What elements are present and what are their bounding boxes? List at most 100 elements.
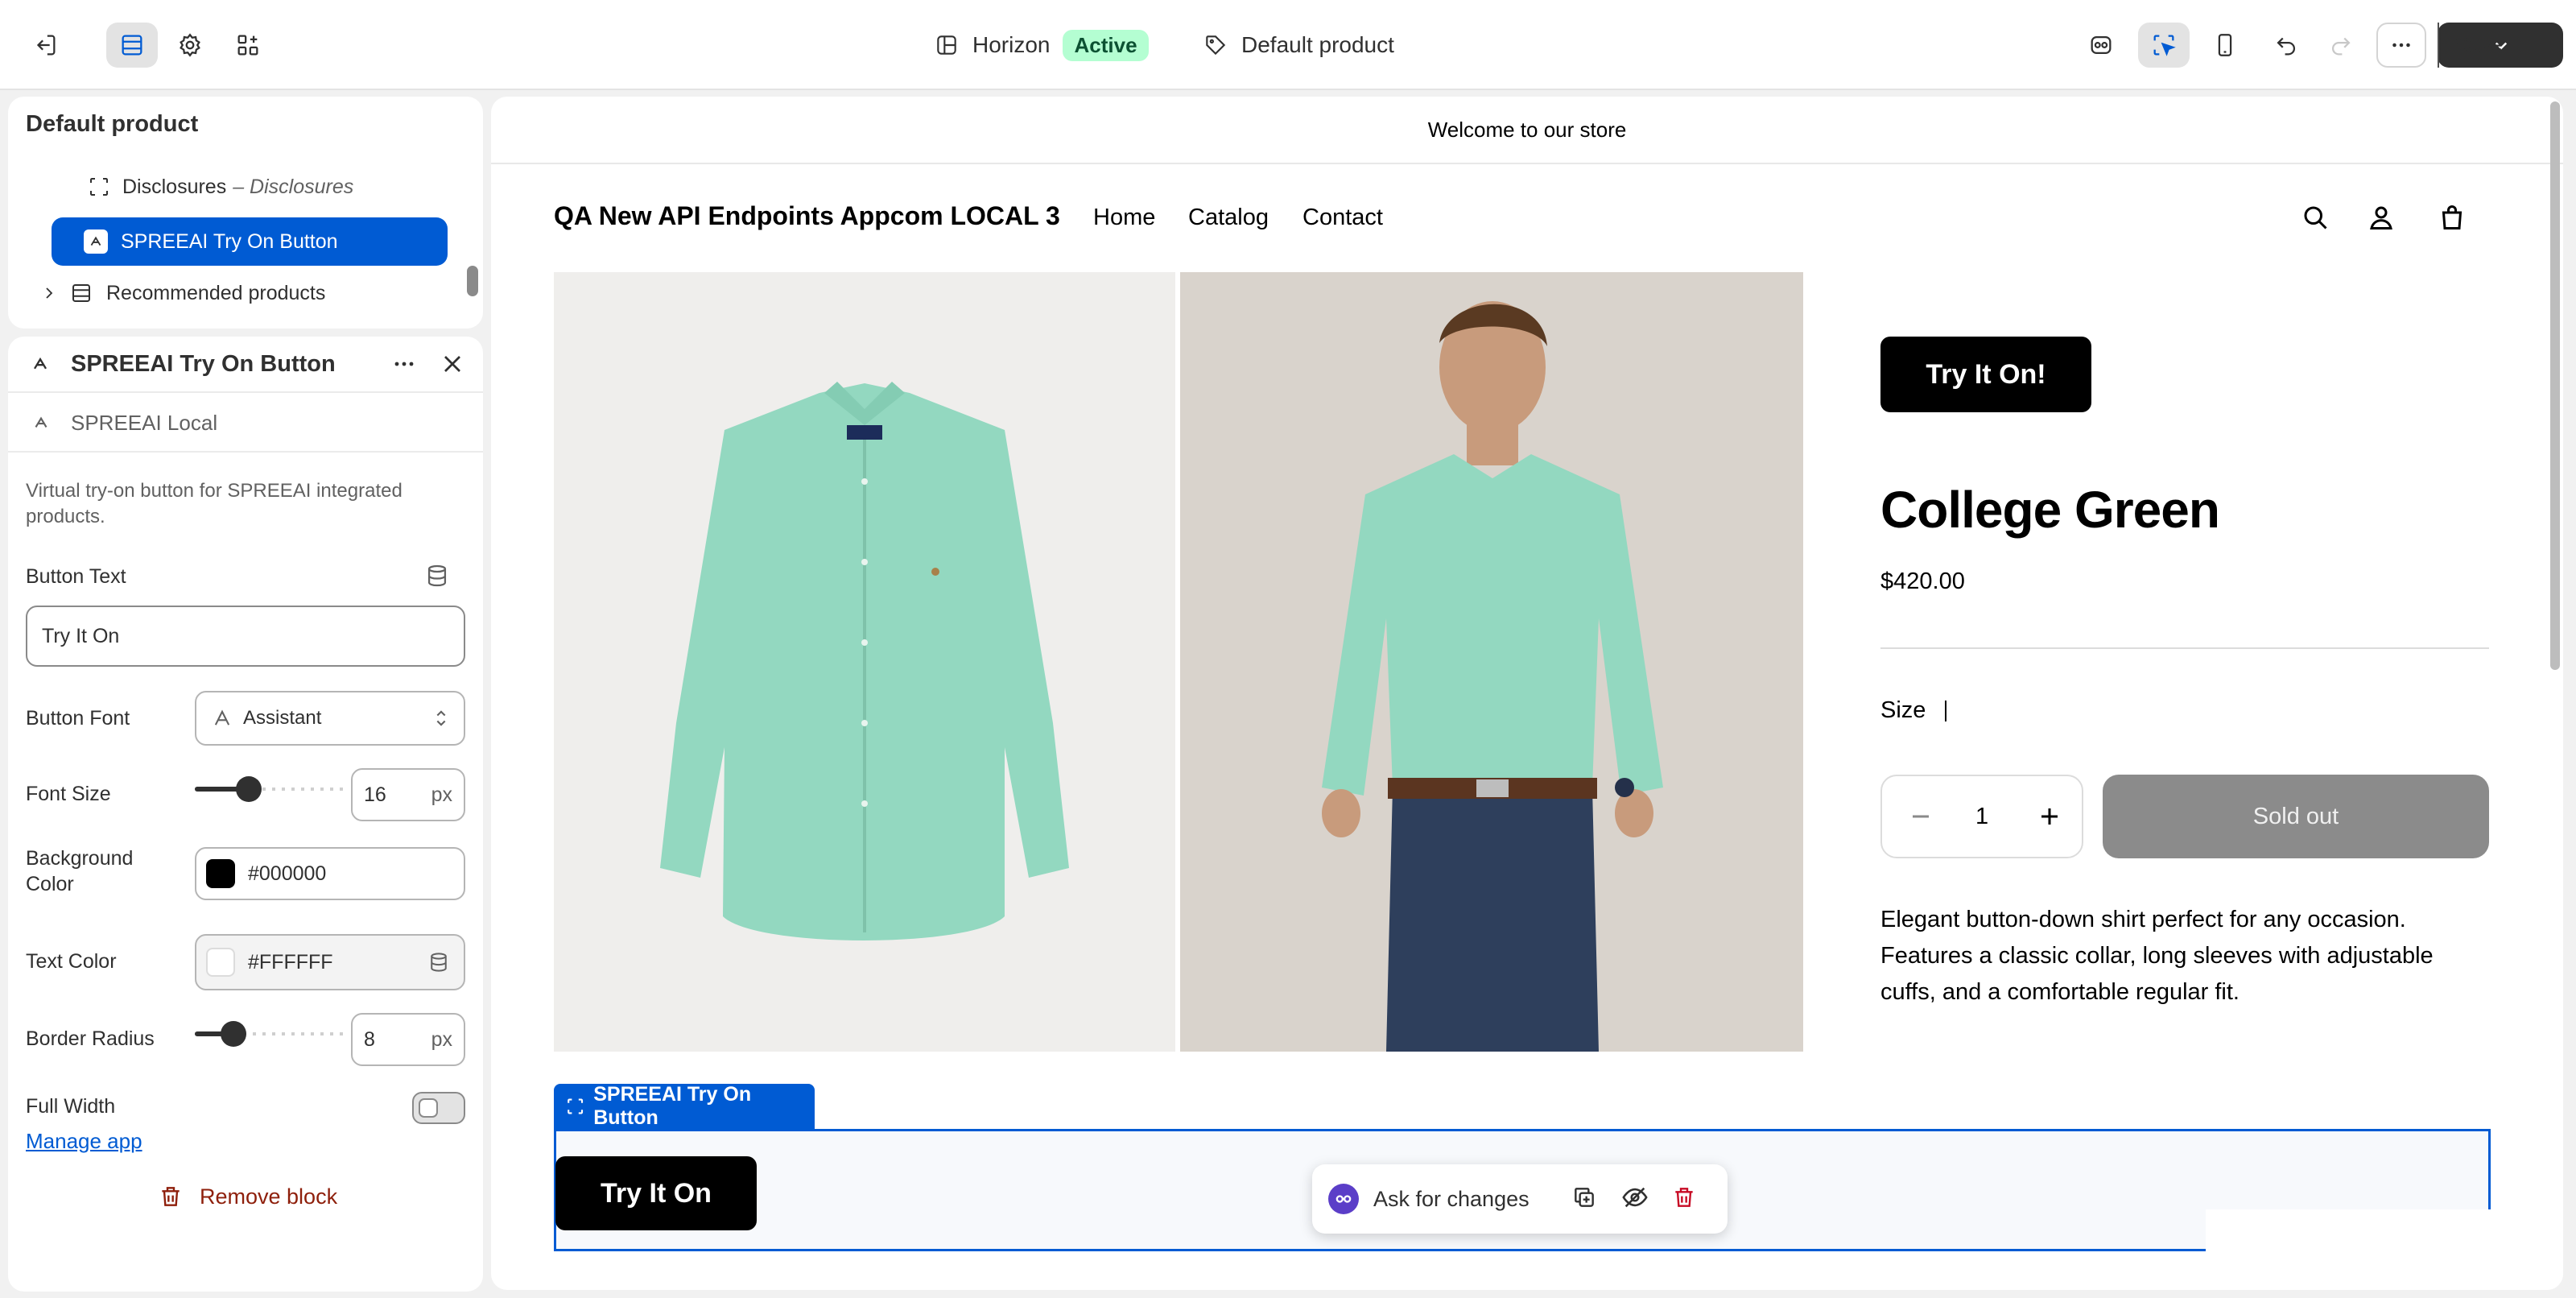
font-size-label: Font Size <box>26 783 111 805</box>
text-color-value: #FFFFFF <box>248 950 333 974</box>
font-size-slider[interactable] <box>195 765 348 813</box>
overlay-panel <box>2206 1209 2563 1290</box>
border-radius-label: Border Radius <box>26 1027 155 1050</box>
product-description: Elegant button-down shirt perfect for an… <box>1880 907 2434 1005</box>
block-frame-icon <box>568 1098 584 1114</box>
manage-app-link[interactable]: Manage app <box>26 1129 142 1154</box>
save-label: Save <box>2454 33 2503 56</box>
save-button[interactable]: Save <box>2438 23 2563 68</box>
minus-icon[interactable] <box>1905 800 1937 837</box>
storefront-preview: Welcome to our store QA New API Endpoint… <box>491 97 2563 1290</box>
full-width-toggle[interactable] <box>412 1092 465 1124</box>
more-options-icon[interactable] <box>390 349 419 382</box>
selected-block-tag[interactable]: SPREEAI Try On Button <box>554 1083 815 1129</box>
background-color-label: Background Color <box>26 847 134 895</box>
preview-scrollbar[interactable] <box>2550 101 2560 670</box>
theme-name: Horizon <box>972 32 1051 57</box>
unit-label: px <box>431 1027 452 1051</box>
tree-title: Default product <box>26 111 199 137</box>
layout-icon <box>937 35 956 55</box>
store-name[interactable]: QA New API Endpoints Appcom LOCAL 3 <box>554 201 1060 231</box>
font-icon <box>214 709 230 725</box>
inspector-icon[interactable] <box>2075 23 2127 68</box>
button-font-select[interactable]: Assistant <box>195 691 465 746</box>
template-name: Default product <box>1241 32 1394 57</box>
ellipsis-icon <box>2392 43 2410 48</box>
full-width-label: Full Width <box>26 1095 116 1118</box>
undo-icon[interactable] <box>2260 23 2312 68</box>
quantity-value: 1 <box>1975 804 1989 829</box>
template-selector[interactable]: Default product <box>1203 24 1394 66</box>
account-icon[interactable] <box>2363 200 2399 235</box>
block-settings-panel: SPREEAI Try On Button SPREEAI Local Virt… <box>8 337 483 1292</box>
button-font-value: Assistant <box>243 707 322 729</box>
button-text-input[interactable]: Try It On <box>26 606 465 667</box>
product-price: $420.00 <box>1880 568 1965 594</box>
hide-icon[interactable] <box>1621 1184 1649 1215</box>
unit-label: px <box>431 783 452 806</box>
text-color-picker[interactable]: #FFFFFF <box>195 934 465 990</box>
chevron-right-icon[interactable] <box>35 279 63 307</box>
block-frame-icon <box>85 173 113 200</box>
spreeai-app-icon <box>31 412 52 437</box>
cart-icon[interactable] <box>2434 200 2470 235</box>
tree-item-disclosures[interactable]: Disclosures – Disclosures <box>85 164 353 209</box>
app-name: SPREEAI Local <box>71 411 218 435</box>
tag-icon <box>1206 35 1226 56</box>
duplicate-icon[interactable] <box>1571 1184 1597 1214</box>
announcement-bar: Welcome to our store <box>491 97 2563 164</box>
border-radius-input[interactable]: 8 px <box>351 1013 465 1066</box>
remove-block-button[interactable]: Remove block <box>158 1184 337 1209</box>
apps-icon[interactable] <box>222 23 274 68</box>
nav-catalog[interactable]: Catalog <box>1188 205 1269 231</box>
plus-icon[interactable] <box>2033 800 2066 837</box>
theme-settings-gear-icon[interactable] <box>164 23 216 68</box>
top-bar: Horizon Active Default product Save <box>0 0 2576 90</box>
tree-item-recommended-products[interactable]: Recommended products <box>35 271 325 316</box>
color-swatch[interactable] <box>206 859 235 888</box>
spreeai-app-icon <box>29 353 52 379</box>
background-color-picker[interactable]: #000000 <box>195 847 465 900</box>
theme-selector[interactable]: Horizon Active <box>934 24 1149 66</box>
button-text-value: Try It On <box>42 624 120 647</box>
tree-item-label: SPREEAI Try On Button <box>121 229 338 253</box>
product-image-flatlay[interactable] <box>554 272 1175 1052</box>
settings-header: SPREEAI Try On Button <box>8 337 483 393</box>
ask-for-changes-button[interactable]: Ask for changes <box>1373 1187 1530 1212</box>
border-radius-value: 8 <box>364 1027 375 1051</box>
sold-out-button[interactable]: Sold out <box>2103 775 2489 858</box>
product-image-model[interactable] <box>1180 272 1803 1052</box>
model-image <box>1322 301 1663 1052</box>
search-icon[interactable] <box>2297 200 2333 235</box>
try-it-on-button-bottom[interactable]: Try It On <box>555 1156 757 1230</box>
exit-icon[interactable] <box>19 23 71 68</box>
select-element-icon[interactable] <box>2138 23 2190 68</box>
sections-icon[interactable] <box>106 23 158 68</box>
close-icon[interactable] <box>438 349 467 382</box>
try-it-on-button-top[interactable]: Try It On! <box>1880 337 2091 412</box>
mobile-preview-icon[interactable] <box>2199 23 2251 68</box>
nav-contact[interactable]: Contact <box>1302 205 1383 231</box>
nav-home[interactable]: Home <box>1093 205 1155 231</box>
border-radius-slider[interactable] <box>195 1010 348 1058</box>
tree-scrollbar[interactable] <box>467 266 478 296</box>
more-actions-button[interactable] <box>2376 23 2426 68</box>
tree-item-detail: – Disclosures <box>233 175 354 198</box>
redo-icon[interactable] <box>2315 23 2367 68</box>
color-swatch[interactable] <box>206 948 235 977</box>
dynamic-source-icon[interactable] <box>423 562 451 593</box>
size-label: Size <box>1880 697 1947 724</box>
tree-item-label: Disclosures <box>122 175 227 198</box>
trash-icon <box>162 1187 180 1206</box>
section-tree: Default product Disclosures – Disclosure… <box>8 97 483 329</box>
dynamic-source-icon[interactable] <box>427 950 451 974</box>
quantity-stepper[interactable]: 1 <box>1880 775 2083 858</box>
product-title: College Green <box>1880 481 2220 539</box>
delete-icon[interactable] <box>1671 1184 1697 1214</box>
font-size-input[interactable]: 16 px <box>351 768 465 821</box>
text-color-label: Text Color <box>26 950 117 973</box>
divider <box>1880 647 2489 649</box>
background-color-value: #000000 <box>248 862 327 885</box>
block-description: Virtual try-on button for SPREEAI integr… <box>26 480 402 527</box>
tree-item-spreeai-try-on-button[interactable]: SPREEAI Try On Button <box>52 217 448 266</box>
